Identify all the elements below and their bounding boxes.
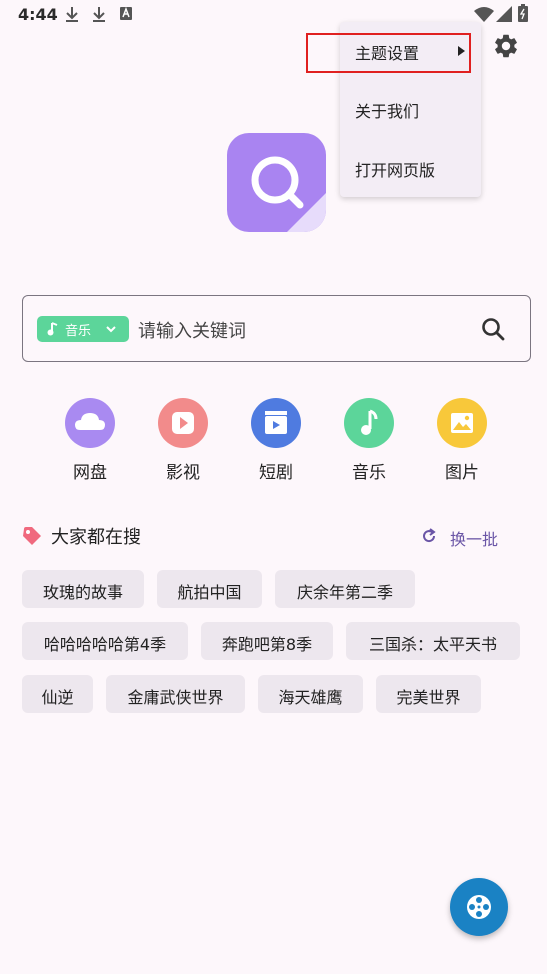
refresh-icon (423, 528, 436, 543)
clapper-icon (265, 411, 287, 434)
signal-icon (496, 6, 512, 22)
search-category-label: 音乐 (65, 324, 92, 339)
category-icon-bg (65, 398, 115, 448)
menu-item-about-us[interactable]: 关于我们 (340, 80, 481, 138)
trending-tag-label: 庆余年第二季 (296, 583, 393, 602)
category-cloud-drive[interactable]: 网盘 (55, 398, 125, 483)
search-bar: 音乐 请输入关键词 (22, 295, 531, 362)
download-icon (93, 7, 105, 22)
submenu-arrow-icon (458, 46, 465, 56)
category-icon-bg (251, 398, 301, 448)
trending-tag[interactable]: 航拍中国 (157, 570, 262, 608)
trending-tag-label: 奔跑吧第8季 (221, 635, 313, 654)
trending-tag[interactable]: 奔跑吧第8季 (201, 622, 333, 660)
overflow-menu: 主题设置 关于我们 打开网页版 (340, 22, 481, 197)
category-icon-bg (158, 398, 208, 448)
trending-tag[interactable]: 金庸武侠世界 (106, 675, 245, 713)
menu-item-label: 打开网页版 (355, 161, 436, 180)
trending-tag[interactable]: 海天雄鹰 (258, 675, 363, 713)
trending-tag[interactable]: 哈哈哈哈哈第4季 (22, 622, 188, 660)
trending-tag-label: 金庸武侠世界 (127, 688, 224, 707)
menu-item-theme-settings[interactable]: 主题设置 (340, 22, 481, 80)
trending-tag[interactable]: 三国杀：太平天书 (346, 622, 520, 660)
music-note-icon (361, 409, 378, 435)
category-short-drama[interactable]: 短剧 (241, 398, 311, 483)
tag-icon (23, 527, 41, 545)
search-logo-icon (251, 156, 326, 232)
trending-tag[interactable]: 完美世界 (376, 675, 481, 713)
category-label: 音乐 (352, 463, 386, 483)
trending-tag-label: 海天雄鹰 (278, 688, 343, 707)
wifi-icon (474, 7, 494, 22)
image-icon (451, 413, 473, 433)
search-input[interactable]: 请输入关键词 (138, 317, 246, 343)
category-label: 影视 (166, 463, 200, 483)
status-time: 4:44 (18, 5, 58, 24)
category-video[interactable]: 影视 (148, 398, 218, 483)
search-icon[interactable] (480, 316, 506, 342)
gear-icon[interactable] (492, 32, 520, 60)
trending-tag-label: 玫瑰的故事 (42, 583, 123, 602)
screen: 4:44 主题设置 关于我们 打开网页版 音乐 请输入关键词 网盘 影视 短剧 … (0, 0, 547, 974)
trending-tag[interactable]: 庆余年第二季 (275, 570, 415, 608)
trending-title: 大家都在搜 (51, 527, 141, 548)
app-logo (227, 133, 326, 232)
trending-tag-label: 哈哈哈哈哈第4季 (43, 635, 167, 654)
category-icon-bg (344, 398, 394, 448)
category-images[interactable]: 图片 (427, 398, 497, 483)
menu-item-label: 主题设置 (355, 44, 420, 63)
category-label: 图片 (445, 463, 479, 483)
refresh-label: 换一批 (450, 530, 499, 549)
category-label: 短剧 (259, 463, 293, 483)
menu-item-open-web-version[interactable]: 打开网页版 (340, 139, 481, 197)
play-icon (172, 412, 194, 434)
menu-item-label: 关于我们 (355, 102, 420, 121)
category-icon-bg (437, 398, 487, 448)
trending-header: 大家都在搜 换一批 (22, 522, 502, 550)
chevron-down-icon (106, 326, 116, 333)
search-category-dropdown[interactable]: 音乐 (37, 316, 129, 342)
download-icon (66, 7, 78, 22)
category-label: 网盘 (73, 463, 107, 483)
app-notification-icon (120, 6, 132, 20)
battery-icon (518, 4, 528, 22)
floating-action-button[interactable] (450, 878, 508, 936)
trending-tag-label: 完美世界 (396, 688, 461, 707)
trending-tag[interactable]: 玫瑰的故事 (22, 570, 144, 608)
trending-tag[interactable]: 仙逆 (22, 675, 93, 713)
trending-tag-label: 仙逆 (41, 688, 74, 707)
category-music[interactable]: 音乐 (334, 398, 404, 483)
music-note-icon (47, 322, 58, 336)
film-reel-icon (467, 895, 491, 919)
cloud-icon (75, 413, 105, 430)
trending-tag-label: 三国杀：太平天书 (368, 635, 497, 654)
trending-tag-label: 航拍中国 (177, 583, 242, 602)
